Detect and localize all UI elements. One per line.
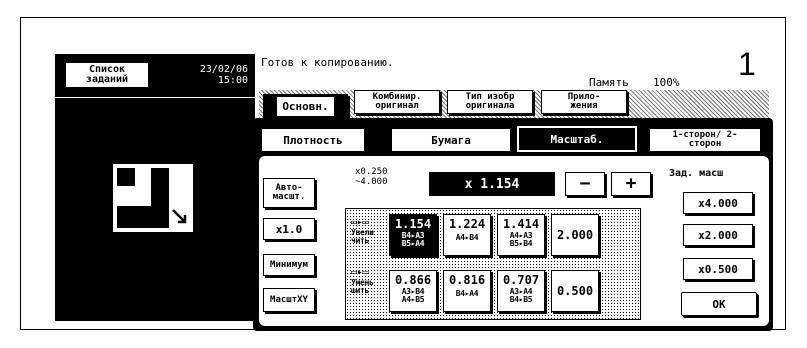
- reduce-0866-button[interactable]: 0.866 A3▸B4 A4▸B5: [389, 270, 437, 312]
- preset-label: Зад. масш: [669, 168, 724, 179]
- zoom-minus-button[interactable]: −: [565, 172, 605, 196]
- tab-basic[interactable]: Основн.: [263, 94, 348, 118]
- ok-label: OK: [712, 297, 726, 311]
- preset-x05-label: x0.500: [698, 262, 738, 276]
- time-text: 15:00: [217, 75, 248, 86]
- enlarge-2000-button[interactable]: 2.000: [551, 214, 599, 256]
- ratio-sizes: A3▸A4 B4▸B5: [509, 287, 533, 304]
- reduce-label: ▭▸▭ Умень шить: [351, 267, 374, 295]
- preset-x4-label: x4.000: [698, 196, 738, 210]
- tab-applications[interactable]: Прило- жения: [541, 90, 627, 114]
- divider-line: [55, 97, 255, 98]
- tab-combine-label: Комбинир. оригинал: [372, 92, 422, 111]
- enlarge-1414-button[interactable]: 1.414 A4▸A3 B5▸B4: [497, 214, 545, 256]
- zoom-value-text: x 1.154: [464, 176, 520, 192]
- tab-image-type-label: Тип изобр оригинала: [465, 92, 515, 111]
- plus-icon: +: [625, 173, 637, 194]
- tab-zoom[interactable]: Масштаб.: [517, 126, 637, 152]
- job-list-label: Список заданий: [85, 63, 129, 85]
- ratio-value: 1.224: [448, 217, 486, 231]
- zoom-minimum-button[interactable]: Минимум: [263, 254, 315, 276]
- minus-icon: −: [579, 173, 591, 194]
- ratio-sizes: A3▸B4 A4▸B5: [401, 287, 425, 304]
- ratio-sizes: B4▸A4: [455, 289, 479, 298]
- tab-combine[interactable]: Комбинир. оригинал: [354, 90, 440, 114]
- tab-duplex-label: 1-сторон/ 2-сторон: [672, 130, 738, 149]
- memory-value: 100%: [653, 76, 680, 89]
- arrow-icon: [172, 209, 187, 224]
- tab-image-type[interactable]: Тип изобр оригинала: [447, 90, 533, 114]
- reduce-label-text: Умень шить: [351, 277, 374, 295]
- ratio-value: 2.000: [556, 228, 594, 242]
- tab-density-label: Плотность: [283, 133, 343, 147]
- ratio-value: 0.866: [394, 273, 432, 287]
- ratio-value: 0.707: [502, 273, 540, 287]
- tab-zoom-label: Масштаб.: [550, 132, 604, 146]
- zoom-x1-button[interactable]: x1.0: [263, 218, 315, 240]
- tab-paper[interactable]: Бумага: [391, 128, 511, 152]
- preset-x05-button[interactable]: x0.500: [683, 258, 753, 280]
- auto-zoom-button[interactable]: Авто- масшт.: [263, 178, 315, 208]
- enlarge-1154-button[interactable]: 1.154 B4▸A3 B5▸A4: [389, 214, 437, 256]
- preset-x2-button[interactable]: x2.000: [683, 224, 753, 246]
- auto-zoom-label: Авто- масшт.: [272, 182, 306, 202]
- copier-screen-frame: Список заданий 23/02/06 15:00 Готов к ко…: [20, 17, 786, 331]
- zoom-plus-button[interactable]: +: [611, 172, 651, 196]
- copy-preview-icon: [113, 164, 193, 232]
- job-list-button[interactable]: Список заданий: [65, 62, 149, 88]
- zoom-minimum-label: Минимум: [270, 259, 308, 270]
- ok-button[interactable]: OK: [681, 292, 757, 316]
- date-text: 23/02/06: [199, 64, 248, 75]
- reduce-0707-button[interactable]: 0.707 A3▸A4 B4▸B5: [497, 270, 545, 312]
- tab-applications-label: Прило- жения: [567, 92, 601, 111]
- ratio-sizes: B4▸A3 B5▸A4: [401, 231, 425, 248]
- zoom-range: x0.250 ~4.000: [355, 167, 388, 187]
- ratio-value: 0.816: [448, 273, 486, 287]
- memory-label: Память: [589, 76, 629, 89]
- left-panel: Список заданий 23/02/06 15:00: [55, 54, 255, 321]
- enlarge-label: ▭▸▭ Увели чить: [351, 217, 374, 245]
- zoom-value-display: x 1.154: [429, 172, 555, 196]
- date-time: 23/02/06 15:00: [163, 64, 248, 86]
- ratio-value: 1.414: [502, 217, 540, 231]
- enlarge-label-text: Увели чить: [351, 227, 374, 245]
- enlarge-1224-button[interactable]: 1.224 A4▸B4: [443, 214, 491, 256]
- ratio-value: 0.500: [556, 284, 594, 298]
- tab-density[interactable]: Плотность: [261, 128, 365, 152]
- tab-basic-label: Основн.: [277, 96, 334, 116]
- reduce-0500-button[interactable]: 0.500: [551, 270, 599, 312]
- tab-paper-label: Бумага: [431, 133, 471, 147]
- zoom-x1-label: x1.0: [275, 222, 303, 236]
- tab-duplex[interactable]: 1-сторон/ 2-сторон: [649, 128, 761, 152]
- ratio-sizes: A4▸A3 B5▸B4: [509, 231, 533, 248]
- copy-count: 1: [738, 46, 756, 82]
- zoom-xy-button[interactable]: МасштXY: [263, 288, 315, 312]
- status-message: Готов к копированию.: [261, 56, 394, 69]
- ratio-sizes: A4▸B4: [455, 233, 479, 242]
- zoom-xy-label: МасштXY: [270, 294, 308, 305]
- preset-x2-label: x2.000: [698, 228, 738, 242]
- ratio-value: 1.154: [394, 217, 432, 231]
- preset-x4-button[interactable]: x4.000: [683, 192, 753, 214]
- reduce-0816-button[interactable]: 0.816 B4▸A4: [443, 270, 491, 312]
